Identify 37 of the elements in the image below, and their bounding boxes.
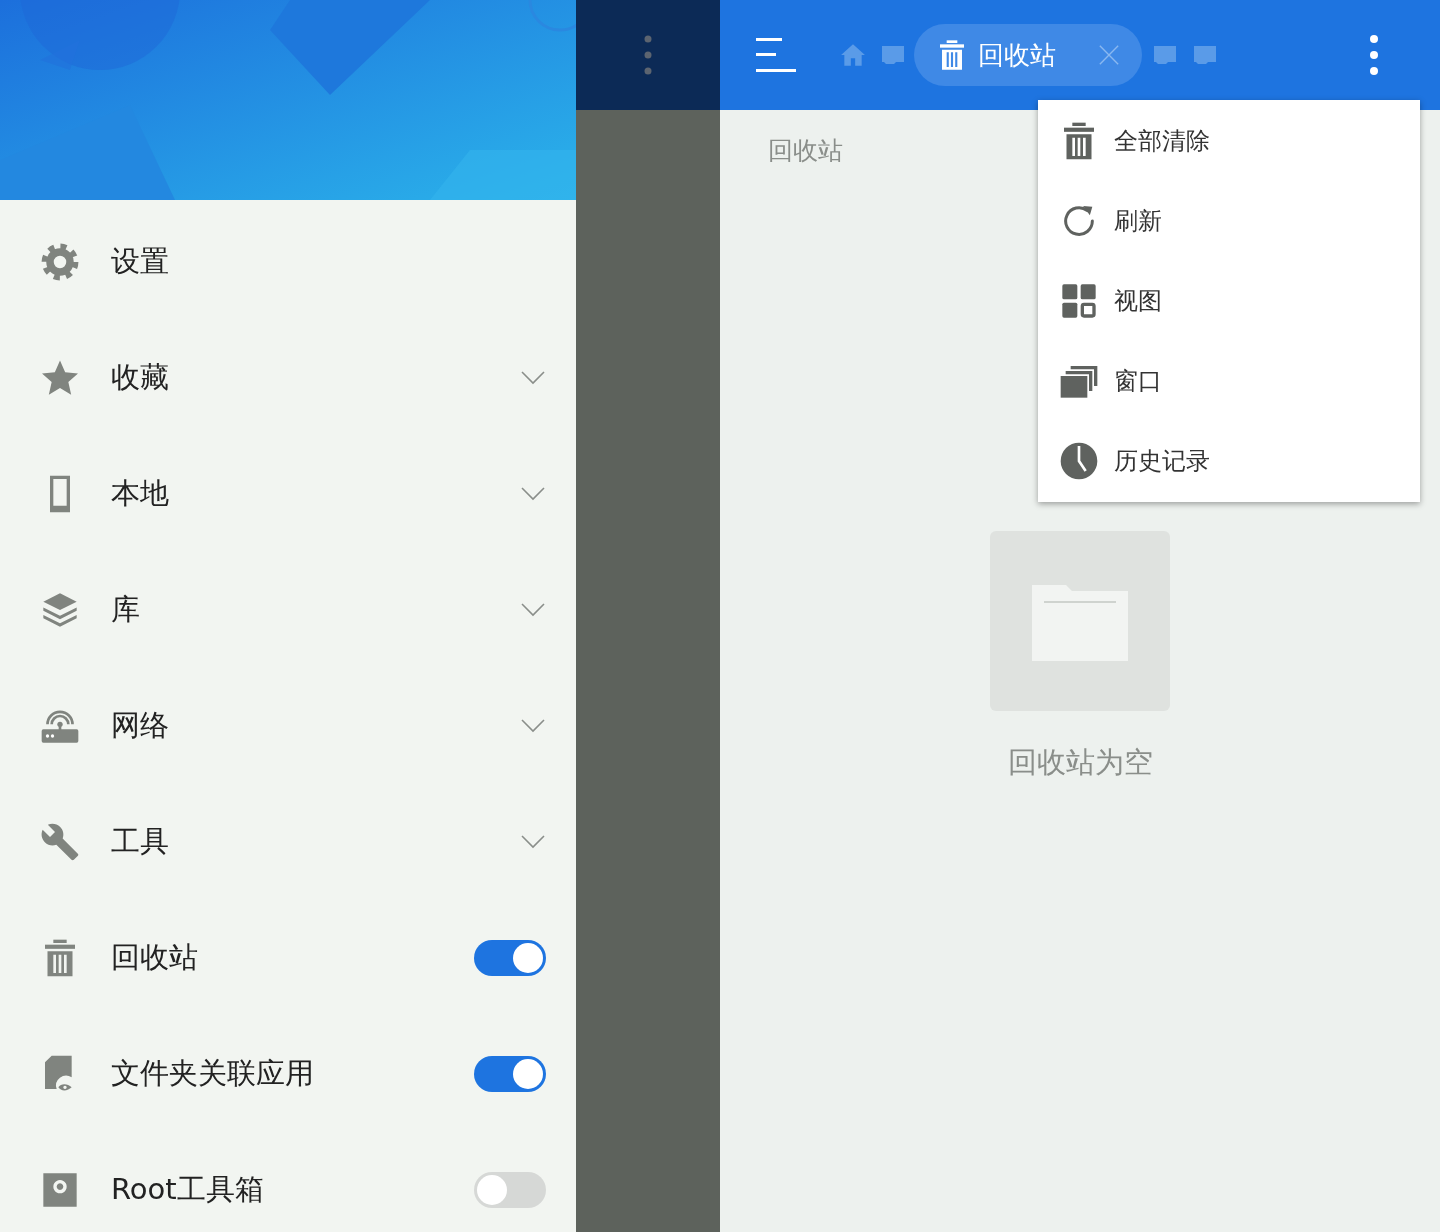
path-label: 回收站 bbox=[768, 135, 843, 167]
toggle-switch[interactable] bbox=[474, 1056, 546, 1092]
wrench-icon bbox=[40, 822, 80, 862]
chevron-down-icon[interactable] bbox=[521, 719, 545, 733]
close-icon[interactable] bbox=[1098, 44, 1120, 66]
drawer-item[interactable]: 收藏 bbox=[0, 320, 576, 436]
menu-item[interactable]: 历史记录 bbox=[1038, 421, 1420, 501]
toggle-switch[interactable] bbox=[474, 1172, 546, 1208]
menu-item[interactable]: 视图 bbox=[1038, 261, 1420, 341]
menu-item[interactable]: 刷新 bbox=[1038, 181, 1420, 261]
drawer-item[interactable]: Root工具箱 bbox=[0, 1132, 576, 1232]
drawer-item[interactable]: 文件夹关联应用 bbox=[0, 1016, 576, 1132]
chevron-down-icon[interactable] bbox=[521, 371, 545, 385]
card-icon[interactable] bbox=[1192, 44, 1218, 66]
toggle-switch[interactable] bbox=[474, 940, 546, 976]
menu-item[interactable]: 全部清除 bbox=[1038, 101, 1420, 181]
drawer-item[interactable]: 回收站 bbox=[0, 900, 576, 1016]
chevron-down-icon[interactable] bbox=[521, 487, 545, 501]
grid-icon bbox=[1059, 281, 1099, 321]
empty-message: 回收站为空 bbox=[1007, 744, 1153, 781]
home-icon[interactable] bbox=[840, 42, 866, 68]
gear-icon bbox=[40, 242, 80, 282]
drawer-item[interactable]: 本地 bbox=[0, 436, 576, 552]
more-icon[interactable] bbox=[1370, 35, 1378, 75]
menu-icon[interactable] bbox=[756, 38, 796, 72]
card-icon[interactable] bbox=[1152, 44, 1178, 66]
more-icon[interactable] bbox=[644, 35, 652, 75]
menu-item[interactable]: 窗口 bbox=[1038, 341, 1420, 421]
card-icon[interactable] bbox=[880, 44, 906, 66]
drawer-item[interactable]: 工具 bbox=[0, 784, 576, 900]
clock-icon bbox=[1059, 441, 1099, 481]
chevron-down-icon[interactable] bbox=[521, 603, 545, 617]
drawer-item[interactable]: 库 bbox=[0, 552, 576, 668]
chevron-down-icon[interactable] bbox=[521, 835, 545, 849]
breadcrumb-tab[interactable]: 回收站 bbox=[914, 24, 1142, 86]
drawer-item[interactable]: 网络 bbox=[0, 668, 576, 784]
drawer-item[interactable]: 设置 bbox=[0, 204, 576, 320]
